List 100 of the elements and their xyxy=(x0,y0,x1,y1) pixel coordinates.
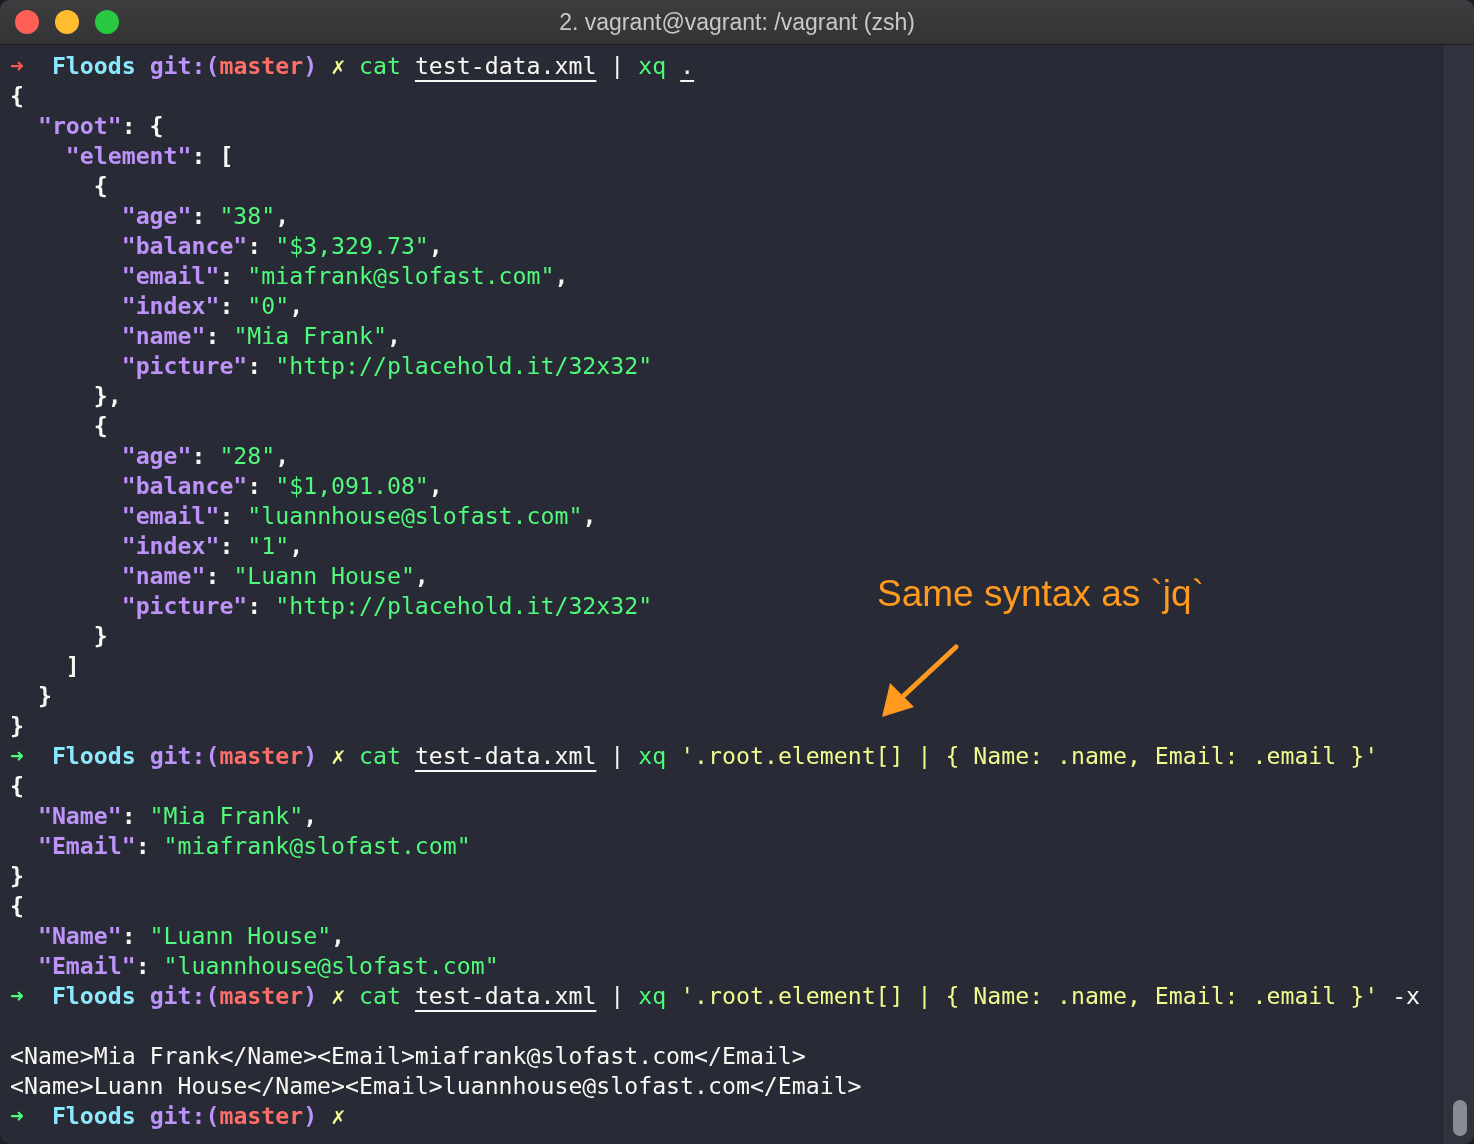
json-punctuation: } xyxy=(10,862,24,889)
json-key: "picture" xyxy=(10,352,248,379)
terminal-text: | xyxy=(609,982,626,1009)
dirty-mark: ✗ xyxy=(331,1102,346,1129)
json-string: "http://placehold.it/32x32" xyxy=(275,352,653,379)
file-argument: test-data.xml xyxy=(414,982,597,1009)
json-key: "name" xyxy=(10,322,206,349)
terminal-text: <Name>Luann House</Name><Email>luannhouse@slofast.com</Email> xyxy=(10,1072,862,1099)
json-key: "Email" xyxy=(10,952,136,979)
git-label: ) xyxy=(303,52,319,79)
dirty-mark: ✗ xyxy=(331,52,347,79)
branch-name: master xyxy=(219,982,304,1009)
json-punctuation: : xyxy=(247,472,263,499)
json-punctuation: , xyxy=(428,472,443,499)
git-label: git:( xyxy=(149,982,220,1009)
prompt-arrow: ➜ xyxy=(10,742,25,769)
json-punctuation: { xyxy=(92,412,108,439)
json-punctuation: : xyxy=(219,502,235,529)
command-name: cat xyxy=(359,982,402,1009)
json-key: "balance" xyxy=(10,472,248,499)
annotation-text: Same syntax as `jq` xyxy=(877,573,1204,615)
json-string: "28" xyxy=(219,442,276,469)
directory-name: Floods xyxy=(51,982,137,1009)
file-argument: . xyxy=(680,52,695,79)
json-string: "Luann House" xyxy=(233,562,415,589)
prompt-arrow: ➜ xyxy=(10,982,25,1009)
terminal-text: | xyxy=(609,52,626,79)
terminal-text: <Name>Mia Frank</Name><Email>miafrank@slofast.com</Email> xyxy=(10,1042,806,1069)
branch-name: master xyxy=(219,742,304,769)
json-key: "Name" xyxy=(10,922,122,949)
json-punctuation: , xyxy=(428,232,443,259)
json-key: "balance" xyxy=(10,232,248,259)
git-label: ) xyxy=(303,1102,319,1129)
json-punctuation: : xyxy=(135,832,151,859)
close-button[interactable] xyxy=(15,10,39,34)
scrollbar-thumb[interactable] xyxy=(1452,1100,1467,1136)
json-punctuation: : xyxy=(205,322,221,349)
json-punctuation: : xyxy=(135,952,151,979)
dirty-mark: ✗ xyxy=(331,982,347,1009)
json-string: "luannhouse@slofast.com" xyxy=(247,502,583,529)
git-label: ) xyxy=(303,982,319,1009)
json-punctuation: } xyxy=(10,712,24,739)
json-punctuation: , xyxy=(275,202,290,229)
json-string: "miafrank@slofast.com" xyxy=(163,832,471,859)
json-punctuation: { xyxy=(10,772,24,799)
json-punctuation: } xyxy=(36,682,52,709)
json-punctuation: : xyxy=(219,292,235,319)
json-punctuation: , xyxy=(414,562,429,589)
json-key: "index" xyxy=(10,292,220,319)
command-name: cat xyxy=(359,742,402,769)
git-label: git:( xyxy=(149,742,220,769)
json-string: "http://placehold.it/32x32" xyxy=(275,592,653,619)
git-label: git:( xyxy=(149,52,220,79)
json-punctuation: { xyxy=(10,892,24,919)
json-key: "element" xyxy=(10,142,192,169)
json-key: "age" xyxy=(10,442,192,469)
json-key: "Email" xyxy=(10,832,136,859)
command-name: xq xyxy=(638,742,668,769)
branch-name: master xyxy=(219,1102,304,1129)
json-punctuation: , xyxy=(554,262,569,289)
json-punctuation: : xyxy=(121,922,137,949)
scrollbar[interactable] xyxy=(1444,45,1474,1144)
json-punctuation: : xyxy=(191,202,207,229)
json-punctuation: , xyxy=(275,442,290,469)
window-title: 2. vagrant@vagrant: /vagrant (zsh) xyxy=(559,8,915,35)
command-name: cat xyxy=(359,52,402,79)
json-punctuation: , xyxy=(331,922,346,949)
json-punctuation: }, xyxy=(92,382,122,409)
query-argument: '.root.element[] | { Name: .name, Email: .email }' xyxy=(680,982,1379,1009)
json-punctuation: : [ xyxy=(191,142,234,169)
json-string: "miafrank@slofast.com" xyxy=(247,262,555,289)
minimize-button[interactable] xyxy=(55,10,79,34)
json-string: "luannhouse@slofast.com" xyxy=(163,952,499,979)
json-key: "email" xyxy=(10,502,220,529)
file-argument: test-data.xml xyxy=(414,742,597,769)
query-argument: '.root.element[] | { Name: .name, Email: .email }' xyxy=(680,742,1379,769)
directory-name: Floods xyxy=(51,52,137,79)
json-punctuation: : xyxy=(121,802,137,829)
json-punctuation: , xyxy=(289,292,304,319)
json-punctuation: : xyxy=(247,352,263,379)
json-punctuation: : xyxy=(247,232,263,259)
json-string: "1" xyxy=(247,532,290,559)
json-key: "picture" xyxy=(10,592,248,619)
json-string: "38" xyxy=(219,202,276,229)
json-punctuation: : xyxy=(191,442,207,469)
json-punctuation: , xyxy=(289,532,304,559)
directory-name: Floods xyxy=(51,1102,137,1129)
json-punctuation: : xyxy=(219,532,235,559)
json-key: "index" xyxy=(10,532,220,559)
json-punctuation: : xyxy=(205,562,221,589)
maximize-button[interactable] xyxy=(95,10,119,34)
git-label: git:( xyxy=(149,1102,220,1129)
json-punctuation: { xyxy=(92,172,108,199)
json-key: "age" xyxy=(10,202,192,229)
git-label: ) xyxy=(303,742,319,769)
terminal-text: | xyxy=(609,742,626,769)
json-key: "Name" xyxy=(10,802,122,829)
dirty-mark: ✗ xyxy=(331,742,347,769)
json-punctuation: } xyxy=(92,622,108,649)
prompt-arrow: ➜ xyxy=(10,52,25,79)
